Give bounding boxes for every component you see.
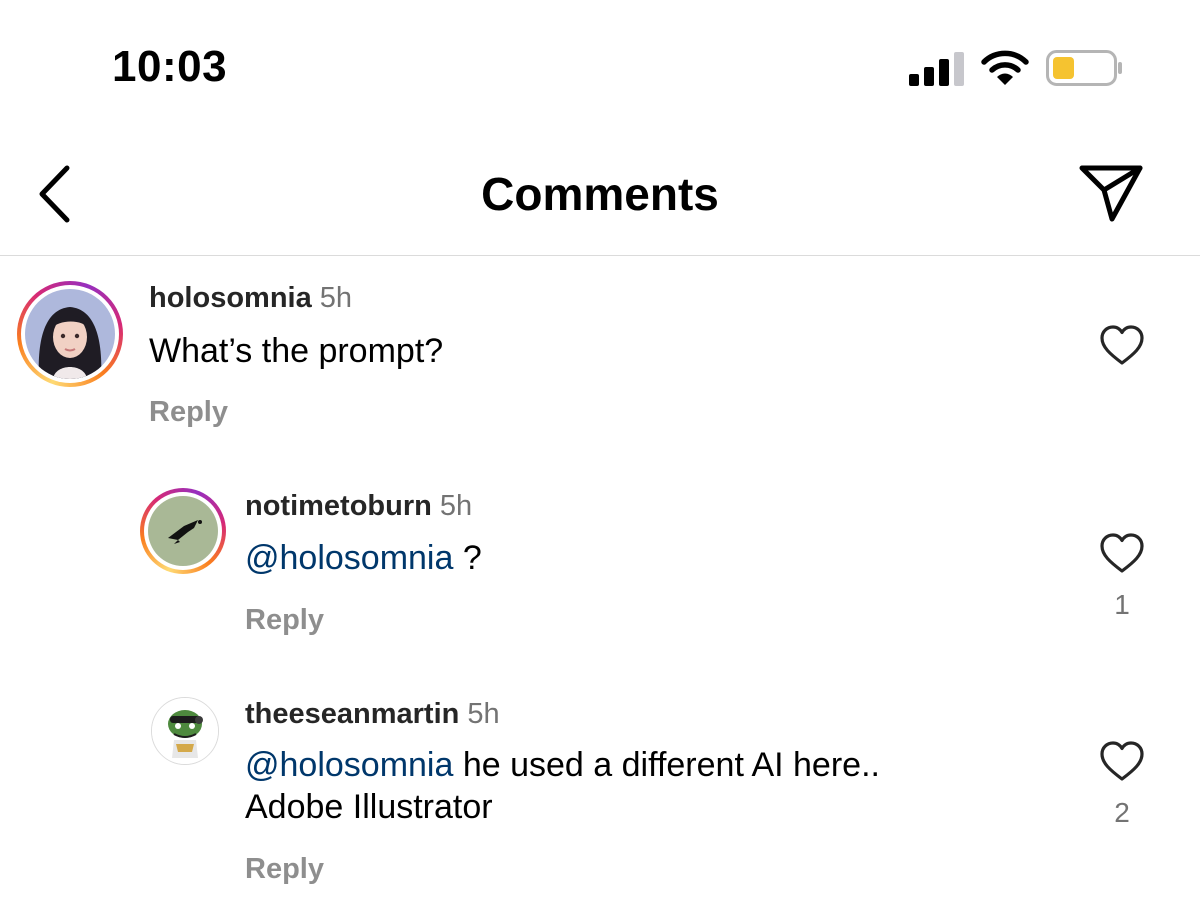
comment-username[interactable]: notimetoburn [245,490,432,522]
page-title: Comments [481,168,719,220]
comment-meta: theeseanmartin 5h [245,696,500,732]
like-count: 2 [1114,797,1130,828]
heart-icon[interactable] [1099,532,1145,574]
comment-body: ? [453,539,482,577]
avatar-image [25,289,115,379]
comment-username[interactable]: theeseanmartin [245,698,459,730]
avatar[interactable] [140,488,226,574]
avatar-image [148,496,218,566]
comment-text-line2: Adobe Illustrator [245,788,493,826]
comment-timestamp: 5h [319,282,352,314]
comment-text: @holosomnia ? [245,537,482,579]
heart-icon[interactable] [1099,740,1145,782]
avatar[interactable] [151,697,219,765]
send-icon[interactable] [1078,163,1144,223]
wifi-icon [981,50,1029,85]
header-divider [0,255,1200,256]
status-time: 10:03 [112,42,228,91]
comment-text: @holosomnia he used a different AI here.… [245,744,880,786]
signal-icon [909,52,964,86]
comment-meta: holosomnia 5h [149,280,352,316]
reply-button[interactable]: Reply [245,602,324,638]
comment-timestamp: 5h [467,698,500,730]
comment-username[interactable]: holosomnia [149,282,312,314]
mention-link[interactable]: @holosomnia [245,539,453,577]
comment-body: he used a different AI here.. [453,746,880,784]
like-count: 1 [1114,589,1130,620]
battery-icon [1046,50,1122,86]
avatar-image [152,698,218,764]
reply-button[interactable]: Reply [245,851,324,887]
avatar[interactable] [17,281,123,387]
reply-button[interactable]: Reply [149,394,228,430]
comment-text: What’s the prompt? [149,332,444,370]
comment-meta: notimetoburn 5h [245,488,472,524]
mention-link[interactable]: @holosomnia [245,746,453,784]
comment-timestamp: 5h [439,490,473,522]
heart-icon[interactable] [1099,324,1145,366]
